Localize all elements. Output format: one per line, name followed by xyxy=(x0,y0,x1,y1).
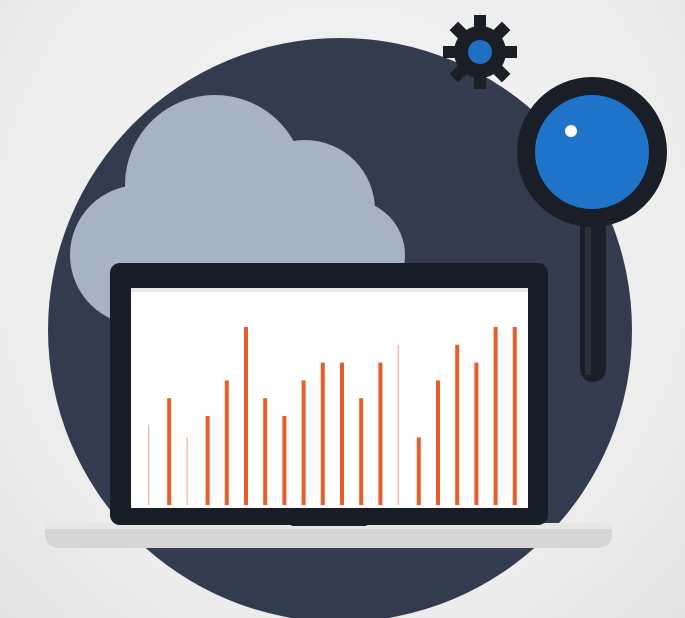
chart-bar xyxy=(205,416,210,505)
chart-bar xyxy=(397,344,400,505)
magnifier-lens xyxy=(535,95,649,209)
chart-bar xyxy=(224,380,229,505)
chart-bar xyxy=(512,327,517,505)
chart-bar xyxy=(186,437,188,505)
chart-bar xyxy=(378,362,383,505)
laptop-screen xyxy=(131,288,528,508)
magnifier-handle xyxy=(580,210,606,382)
chart-bar xyxy=(340,362,344,505)
chart-bar xyxy=(416,437,421,505)
gear-icon xyxy=(443,15,517,89)
chart-bar xyxy=(436,380,440,505)
chart-bar xyxy=(493,327,498,505)
chart-bar xyxy=(148,424,150,505)
cloud-analytics-illustration xyxy=(45,15,667,618)
chart-bar xyxy=(263,398,268,505)
chart-bar xyxy=(359,398,364,505)
chart-bar xyxy=(301,380,306,505)
chart-bar xyxy=(167,398,172,505)
chart-bar xyxy=(320,362,325,505)
chart-bar xyxy=(282,416,287,505)
chart-bar xyxy=(244,327,248,505)
chart-bar xyxy=(455,344,460,505)
chart-bar xyxy=(474,362,479,505)
